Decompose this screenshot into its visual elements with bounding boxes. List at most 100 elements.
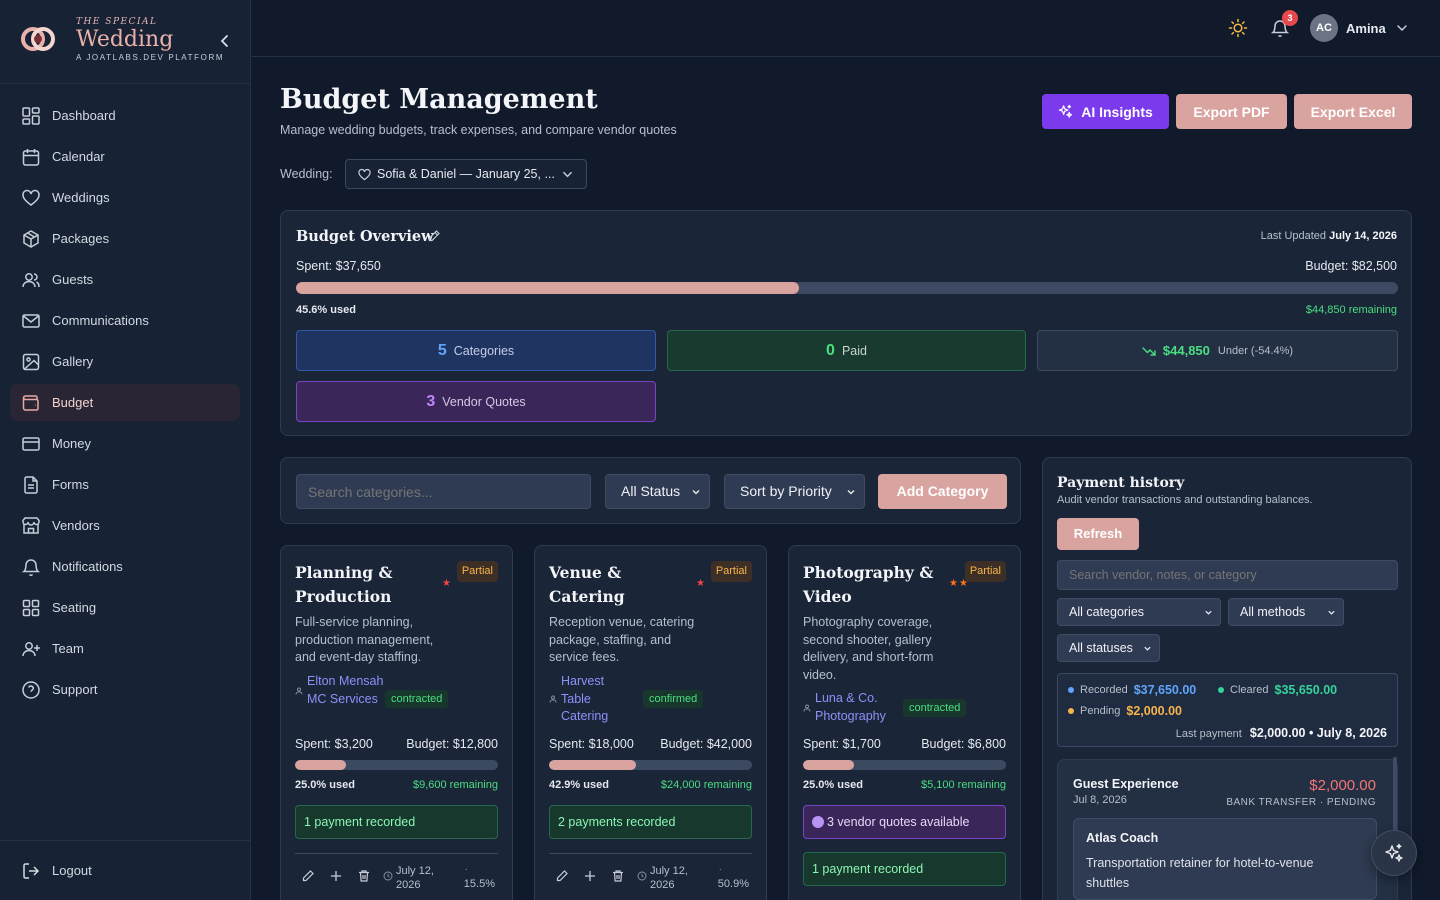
cleared-dot-icon — [1218, 687, 1224, 693]
sidebar-item-money[interactable]: Money — [10, 425, 240, 462]
last-updated: Last Updated July 14, 2026 — [1261, 230, 1397, 242]
ai-assistant-fab[interactable] — [1371, 830, 1417, 876]
stat-categories[interactable]: 5 Categories — [296, 330, 656, 371]
edit-pencil-icon[interactable] — [301, 869, 315, 883]
sidebar-item-budget[interactable]: Budget — [10, 384, 240, 421]
payment-note: Transportation retainer for hotel-to-ven… — [1086, 856, 1314, 890]
category-progress-bar — [295, 760, 498, 770]
category-search-input[interactable] — [296, 474, 591, 509]
sidebar-item-support[interactable]: Support — [10, 671, 240, 708]
separator-dot: · — [464, 864, 468, 875]
priority-star-icon: ★ — [696, 578, 706, 589]
payment-search-input[interactable] — [1057, 560, 1398, 590]
sidebar-item-dashboard[interactable]: Dashboard — [10, 97, 240, 134]
user-name: Amina — [1346, 20, 1386, 36]
trash-icon[interactable] — [357, 869, 371, 883]
sidebar-item-packages[interactable]: Packages — [10, 220, 240, 257]
ai-insights-button[interactable]: AI Insights — [1042, 94, 1169, 129]
vendor-quotes-box[interactable]: 3 vendor quotes available — [803, 805, 1006, 839]
export-excel-button[interactable]: Export Excel — [1294, 94, 1412, 129]
sidebar-item-communications[interactable]: Communications — [10, 302, 240, 339]
stat-under-budget[interactable]: $44,850 Under (-54.4%) — [1037, 330, 1398, 371]
help-circle-icon — [21, 680, 41, 700]
sidebar-item-guests[interactable]: Guests — [10, 261, 240, 298]
summary-pending: Pending $2,000.00 — [1068, 704, 1182, 718]
sidebar-item-gallery[interactable]: Gallery — [10, 343, 240, 380]
add-plus-icon[interactable] — [329, 869, 343, 883]
payment-history-title: Payment history — [1057, 475, 1185, 491]
brand-title: Wedding — [76, 27, 174, 52]
payment-vendor: Atlas Coach — [1086, 831, 1159, 845]
budget-overview: Budget Overview Last Updated July 14, 20… — [280, 210, 1412, 436]
category-title: Photography & Video — [803, 563, 934, 606]
payments-recorded-box[interactable]: 1 payment recorded — [803, 852, 1006, 886]
add-plus-icon[interactable] — [583, 869, 597, 883]
add-category-button[interactable]: Add Category — [878, 474, 1007, 509]
payment-history-panel: Payment history Audit vendor transaction… — [1042, 457, 1412, 900]
last-payment-value: $2,000.00 • July 8, 2026 — [1249, 726, 1387, 740]
quote-check-icon — [812, 816, 824, 828]
sidebar: THE SPECIAL Wedding A JOATLABS.DEV PLATF… — [0, 0, 251, 900]
separator-dot: · — [718, 864, 722, 875]
overview-spent: Spent: $37,650 — [296, 259, 381, 273]
user-plus-icon — [21, 639, 41, 659]
category-share: 15.5% — [463, 878, 495, 890]
category-progress-fill — [803, 760, 854, 770]
payment-method-status: BANK TRANSFER · PENDING — [1226, 797, 1376, 808]
sidebar-item-weddings[interactable]: Weddings — [10, 179, 240, 216]
divider — [549, 853, 752, 854]
status-badge: Partial — [964, 561, 1006, 582]
payment-amount: $2,000.00 — [1309, 777, 1376, 794]
wedding-select[interactable]: Sofia & Daniel — January 25, ... — [345, 159, 587, 189]
category-card[interactable]: Photography & Video Partial ★★ Photograp… — [788, 545, 1021, 900]
chevron-down-icon — [562, 169, 573, 180]
payment-history-scrollbar[interactable] — [1393, 757, 1397, 837]
category-used: 42.9% used — [549, 779, 609, 791]
category-filter-select[interactable]: All categories — [1057, 598, 1221, 626]
logout-button[interactable]: Logout — [0, 840, 251, 900]
last-payment-label: Last payment — [1175, 728, 1242, 740]
category-date: July 12, 2026 — [650, 865, 688, 891]
edit-pencil-icon[interactable] — [555, 869, 569, 883]
page-subtitle: Manage wedding budgets, track expenses, … — [280, 123, 677, 137]
payments-recorded-box[interactable]: 1 payment recorded — [295, 805, 498, 839]
brand: THE SPECIAL Wedding A JOATLABS.DEV PLATF… — [0, 0, 250, 84]
refresh-button[interactable]: Refresh — [1057, 518, 1139, 550]
categories-count: 5 — [437, 341, 447, 359]
vendor-link[interactable]: Elton Mensah MC Services — [295, 673, 387, 708]
sidebar-item-calendar[interactable]: Calendar — [10, 138, 240, 175]
category-share: 50.9% — [717, 878, 749, 890]
payment-history-subtitle: Audit vendor transactions and outstandin… — [1057, 494, 1313, 506]
vendor-link[interactable]: Harvest Table Catering — [549, 673, 621, 726]
trash-icon[interactable] — [611, 869, 625, 883]
category-filters: All Status Sort by Priority Add Category — [280, 457, 1021, 524]
category-card[interactable]: Planning & Production Partial ★ Full-ser… — [280, 545, 513, 900]
stat-vendor-quotes[interactable]: 3 Vendor Quotes — [296, 381, 656, 422]
vendor-link[interactable]: Luna & Co. Photography — [803, 690, 900, 725]
collapse-sidebar-icon[interactable] — [218, 33, 232, 49]
overview-title: Budget Overview — [296, 228, 434, 245]
category-spent: Spent: $18,000 — [549, 737, 634, 751]
export-pdf-button[interactable]: Export PDF — [1176, 94, 1287, 129]
payments-recorded-box[interactable]: 2 payments recorded — [549, 805, 752, 839]
sidebar-item-notifications[interactable]: Notifications — [10, 548, 240, 585]
category-card[interactable]: Venue & Catering Partial ★ Reception ven… — [534, 545, 767, 900]
wedding-rings-logo-icon — [18, 24, 58, 54]
sidebar-item-seating[interactable]: Seating — [10, 589, 240, 626]
status-filter-select[interactable]: All Status — [605, 474, 710, 509]
stat-paid[interactable]: 0 Paid — [667, 330, 1026, 371]
sidebar-item-label: Calendar — [52, 149, 105, 164]
sidebar-item-team[interactable]: Team — [10, 630, 240, 667]
sort-select[interactable]: Sort by Priority — [724, 474, 865, 509]
sun-icon[interactable] — [1228, 18, 1248, 38]
sidebar-item-label: Guests — [52, 272, 94, 287]
status-filter-value: All Status — [621, 483, 681, 499]
payment-date: Jul 8, 2026 — [1073, 794, 1127, 806]
user-menu[interactable]: AC Amina — [1310, 14, 1408, 42]
sidebar-item-vendors[interactable]: Vendors — [10, 507, 240, 544]
sidebar-item-forms[interactable]: Forms — [10, 466, 240, 503]
status-filter-select[interactable]: All statuses — [1057, 634, 1160, 662]
method-filter-select[interactable]: All methods — [1228, 598, 1344, 626]
edit-pencil-icon[interactable] — [427, 229, 441, 243]
payment-entry[interactable]: Guest Experience Jul 8, 2026 $2,000.00 B… — [1057, 759, 1398, 900]
